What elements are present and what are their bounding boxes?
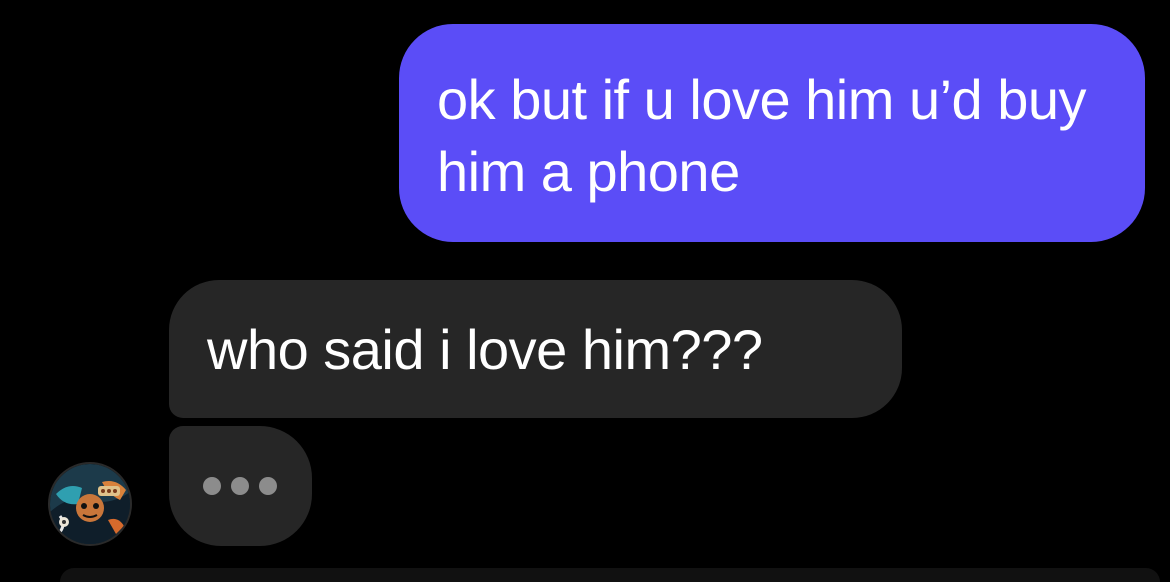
typing-dot-icon <box>231 477 249 495</box>
outgoing-message-bubble[interactable]: ok but if u love him u’d buy him a phone <box>399 24 1145 242</box>
contact-avatar[interactable] <box>48 462 132 546</box>
typing-dot-icon <box>203 477 221 495</box>
outgoing-message-text: ok but if u love him u’d buy him a phone <box>437 68 1087 203</box>
typing-indicator <box>169 426 312 546</box>
typing-dot-icon <box>259 477 277 495</box>
next-bubble-edge <box>60 568 1160 582</box>
avatar-illustration-icon <box>50 464 130 544</box>
incoming-message-text: who said i love him??? <box>207 318 763 381</box>
incoming-message-bubble[interactable]: who said i love him??? <box>169 280 902 418</box>
